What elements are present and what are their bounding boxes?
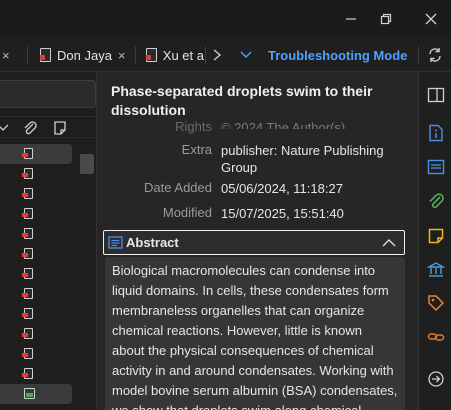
abstract-icon xyxy=(108,236,123,249)
chevron-down-icon[interactable] xyxy=(240,38,254,72)
pdf-icon xyxy=(146,48,157,62)
field-label-rights: Rights xyxy=(175,119,212,134)
sync-icon[interactable] xyxy=(427,38,447,72)
list-item[interactable] xyxy=(0,164,72,184)
tab-close-icon[interactable]: × xyxy=(118,48,126,63)
list-item[interactable] xyxy=(0,344,72,364)
abstract-text[interactable]: Biological macromolecules can condense i… xyxy=(105,257,405,410)
search-input[interactable] xyxy=(0,80,96,108)
chevron-right-icon[interactable] xyxy=(212,38,226,72)
pdf-icon xyxy=(22,268,33,279)
pdf-icon xyxy=(22,348,33,359)
items-list-pane xyxy=(0,72,96,410)
tab-partial[interactable]: × xyxy=(0,38,20,72)
list-item[interactable] xyxy=(0,364,72,384)
abstract-section-header[interactable]: Abstract xyxy=(103,230,405,255)
related-icon[interactable] xyxy=(427,328,445,346)
field-label-date-added: Date Added xyxy=(144,180,212,195)
pdf-icon xyxy=(22,168,33,179)
item-pane: Phase-separated droplets swim to their d… xyxy=(96,72,418,410)
locate-icon[interactable] xyxy=(427,370,445,388)
attachment-icon[interactable] xyxy=(22,120,38,136)
list-item[interactable] xyxy=(0,384,72,404)
troubleshooting-mode-label: Troubleshooting Mode xyxy=(268,47,408,63)
list-item[interactable] xyxy=(0,284,72,304)
pdf-icon xyxy=(22,308,33,319)
list-item[interactable] xyxy=(0,224,72,244)
notes-icon[interactable] xyxy=(427,227,445,245)
item-title: Phase-separated droplets swim to their d… xyxy=(111,83,373,118)
toggle-pane-icon[interactable] xyxy=(427,86,445,104)
list-item[interactable] xyxy=(0,184,72,204)
pdf-icon xyxy=(40,48,51,62)
field-label-extra: Extra xyxy=(181,142,212,157)
column-header xyxy=(0,116,96,138)
tab-label: Xu et a xyxy=(162,47,204,63)
pdf-icon xyxy=(22,188,33,199)
pdf-icon xyxy=(22,288,33,299)
field-value-date-added: 05/06/2024, 11:18:27 xyxy=(221,181,343,196)
image-icon xyxy=(24,388,35,399)
tab-close-icon[interactable]: × xyxy=(2,48,10,63)
pdf-icon xyxy=(22,328,33,339)
tags-icon[interactable] xyxy=(427,294,445,312)
tab-bar: × Don Jaya × Xu et a Troubleshooting Mod… xyxy=(0,38,451,72)
attachments-icon[interactable] xyxy=(427,193,445,211)
note-icon[interactable] xyxy=(52,120,68,136)
tab-xu-et-al[interactable]: Xu et a xyxy=(146,38,204,72)
tab-don-jaya[interactable]: Don Jaya × xyxy=(40,38,132,72)
restore-icon[interactable] xyxy=(366,0,406,38)
chevron-down-icon[interactable] xyxy=(0,122,8,134)
field-value-rights[interactable]: © 2024 The Author(s) xyxy=(221,119,411,129)
abstract-icon[interactable] xyxy=(427,158,445,176)
minimize-icon[interactable] xyxy=(331,0,371,38)
list-item[interactable] xyxy=(0,304,72,324)
chevron-up-icon[interactable] xyxy=(382,238,396,248)
list-item[interactable] xyxy=(0,144,72,164)
list-item[interactable] xyxy=(0,264,72,284)
info-icon[interactable] xyxy=(427,124,445,142)
pdf-icon xyxy=(22,208,33,219)
pdf-icon xyxy=(22,228,33,239)
close-icon[interactable] xyxy=(411,0,451,38)
pdf-icon xyxy=(22,148,33,159)
list-item[interactable] xyxy=(0,244,72,264)
tab-label: Don Jaya xyxy=(57,47,112,63)
scrollbar[interactable] xyxy=(80,154,94,174)
list-item[interactable] xyxy=(0,204,72,224)
field-value-modified: 15/07/2025, 15:51:40 xyxy=(221,206,344,221)
list-item[interactable] xyxy=(0,324,72,344)
field-label-modified: Modified xyxy=(162,205,212,220)
side-nav xyxy=(418,72,451,410)
field-value-extra[interactable]: publisher: Nature Publishing Group xyxy=(221,142,411,176)
abstract-label: Abstract xyxy=(126,235,179,250)
pdf-icon xyxy=(22,368,33,379)
libraries-icon[interactable] xyxy=(426,261,446,279)
pdf-icon xyxy=(22,248,33,259)
title-bar xyxy=(0,0,451,38)
